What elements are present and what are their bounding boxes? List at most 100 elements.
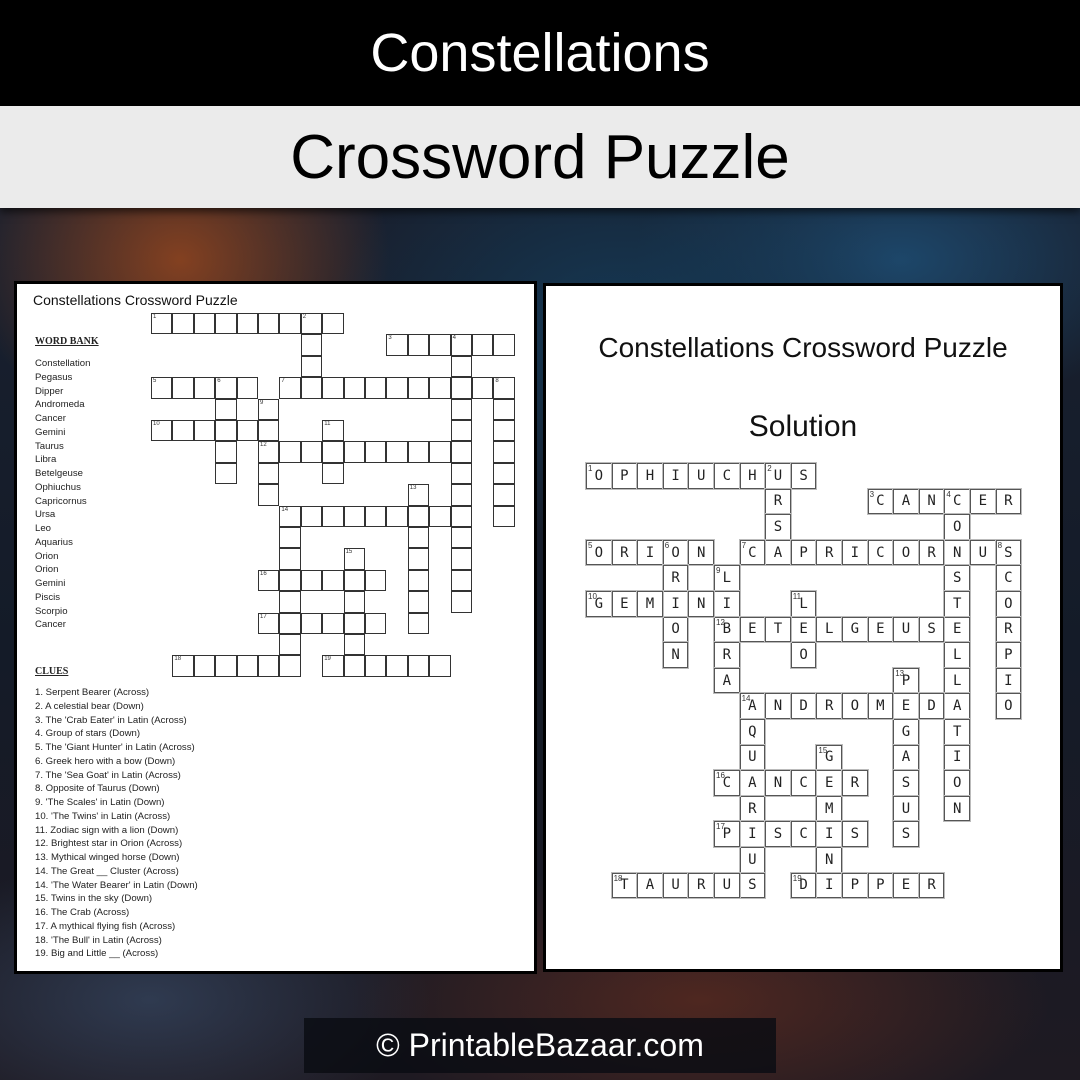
crossword-cell[interactable] [343, 377, 365, 399]
crossword-cell[interactable] [450, 441, 472, 463]
crossword-cell[interactable] [365, 441, 387, 463]
crossword-cell[interactable] [322, 569, 344, 592]
crossword-cell[interactable]: 7 [279, 377, 301, 399]
crossword-cell[interactable] [279, 569, 301, 592]
crossword-cell[interactable] [429, 377, 451, 399]
crossword-cell[interactable]: 15 [343, 548, 365, 570]
crossword-cell[interactable] [279, 441, 301, 463]
crossword-cell[interactable] [279, 655, 301, 677]
crossword-cell[interactable] [300, 505, 323, 527]
crossword-cell[interactable] [343, 569, 365, 592]
crossword-cell[interactable] [407, 655, 430, 677]
crossword-cell[interactable] [172, 377, 194, 399]
crossword-cell[interactable]: 12 [258, 441, 280, 463]
crossword-cell[interactable] [193, 655, 216, 677]
crossword-cell[interactable]: 5 [151, 377, 173, 399]
crossword-cell[interactable] [429, 441, 451, 463]
crossword-cell[interactable] [215, 313, 237, 335]
crossword-cell[interactable] [258, 484, 280, 506]
crossword-cell[interactable] [300, 569, 323, 592]
crossword-cell[interactable] [322, 441, 344, 463]
crossword-cell[interactable] [300, 377, 323, 399]
crossword-cell[interactable] [407, 377, 430, 399]
crossword-cell[interactable]: 6 [215, 377, 237, 399]
crossword-cell[interactable] [236, 655, 258, 677]
crossword-cell[interactable] [450, 569, 472, 592]
crossword-cell[interactable] [279, 313, 301, 335]
crossword-cell[interactable] [300, 441, 323, 463]
crossword-cell[interactable] [365, 505, 387, 527]
crossword-cell[interactable] [322, 462, 344, 485]
crossword-cell[interactable] [300, 355, 323, 378]
crossword-cell[interactable] [172, 420, 194, 442]
crossword-cell[interactable]: 11 [322, 420, 344, 442]
crossword-cell[interactable] [258, 420, 280, 442]
crossword-cell[interactable] [450, 527, 472, 549]
crossword-cell[interactable] [300, 334, 323, 356]
crossword-cell[interactable]: 4 [450, 334, 472, 356]
crossword-cell[interactable] [215, 655, 237, 677]
crossword-cell[interactable]: 9 [258, 398, 280, 420]
crossword-cell[interactable] [279, 527, 301, 549]
crossword-cell[interactable] [450, 377, 472, 399]
crossword-cell[interactable] [322, 313, 344, 335]
crossword-cell[interactable] [365, 612, 387, 634]
crossword-cell[interactable] [365, 569, 387, 592]
crossword-cell[interactable] [193, 377, 216, 399]
crossword-cell[interactable] [386, 655, 408, 677]
crossword-cell[interactable] [493, 462, 515, 485]
crossword-cell[interactable] [279, 634, 301, 656]
crossword-cell[interactable] [472, 377, 494, 399]
crossword-cell[interactable] [343, 591, 365, 613]
crossword-cell[interactable] [236, 313, 258, 335]
crossword-cell[interactable] [493, 505, 515, 527]
crossword-cell[interactable] [365, 655, 387, 677]
crossword-cell[interactable] [172, 313, 194, 335]
crossword-cell[interactable] [407, 527, 430, 549]
crossword-cell[interactable] [493, 420, 515, 442]
crossword-cell[interactable] [450, 484, 472, 506]
crossword-cell[interactable] [429, 334, 451, 356]
crossword-cell[interactable] [450, 591, 472, 613]
crossword-cell[interactable] [258, 313, 280, 335]
crossword-cell[interactable] [407, 548, 430, 570]
crossword-cell[interactable] [386, 505, 408, 527]
crossword-cell[interactable] [450, 462, 472, 485]
crossword-cell[interactable] [493, 398, 515, 420]
crossword-cell[interactable] [472, 334, 494, 356]
crossword-cell[interactable] [429, 505, 451, 527]
crossword-cell[interactable] [193, 313, 216, 335]
crossword-cell[interactable]: 1 [151, 313, 173, 335]
crossword-cell[interactable] [193, 420, 216, 442]
crossword-cell[interactable] [279, 591, 301, 613]
crossword-cell[interactable] [493, 441, 515, 463]
crossword-cell[interactable] [343, 612, 365, 634]
crossword-cell[interactable] [343, 441, 365, 463]
crossword-cell[interactable]: 8 [493, 377, 515, 399]
crossword-cell[interactable] [343, 655, 365, 677]
crossword-cell[interactable]: 16 [258, 569, 280, 592]
crossword-cell[interactable] [322, 612, 344, 634]
crossword-cell[interactable]: 10 [151, 420, 173, 442]
crossword-cell[interactable] [258, 462, 280, 485]
crossword-cell[interactable] [215, 420, 237, 442]
crossword-cell[interactable] [493, 484, 515, 506]
crossword-cell[interactable] [450, 420, 472, 442]
crossword-cell[interactable] [407, 591, 430, 613]
crossword-cell[interactable] [236, 377, 258, 399]
crossword-cell[interactable] [450, 505, 472, 527]
crossword-cell[interactable] [322, 505, 344, 527]
crossword-cell[interactable]: 18 [172, 655, 194, 677]
crossword-cell[interactable] [429, 655, 451, 677]
crossword-cell[interactable] [407, 441, 430, 463]
crossword-cell[interactable] [279, 548, 301, 570]
crossword-cell[interactable] [493, 334, 515, 356]
crossword-cell[interactable] [322, 377, 344, 399]
crossword-cell[interactable] [450, 355, 472, 378]
crossword-cell[interactable] [215, 441, 237, 463]
crossword-cell[interactable] [407, 505, 430, 527]
crossword-cell[interactable] [300, 612, 323, 634]
crossword-cell[interactable] [407, 334, 430, 356]
crossword-cell[interactable] [365, 377, 387, 399]
crossword-cell[interactable] [236, 420, 258, 442]
